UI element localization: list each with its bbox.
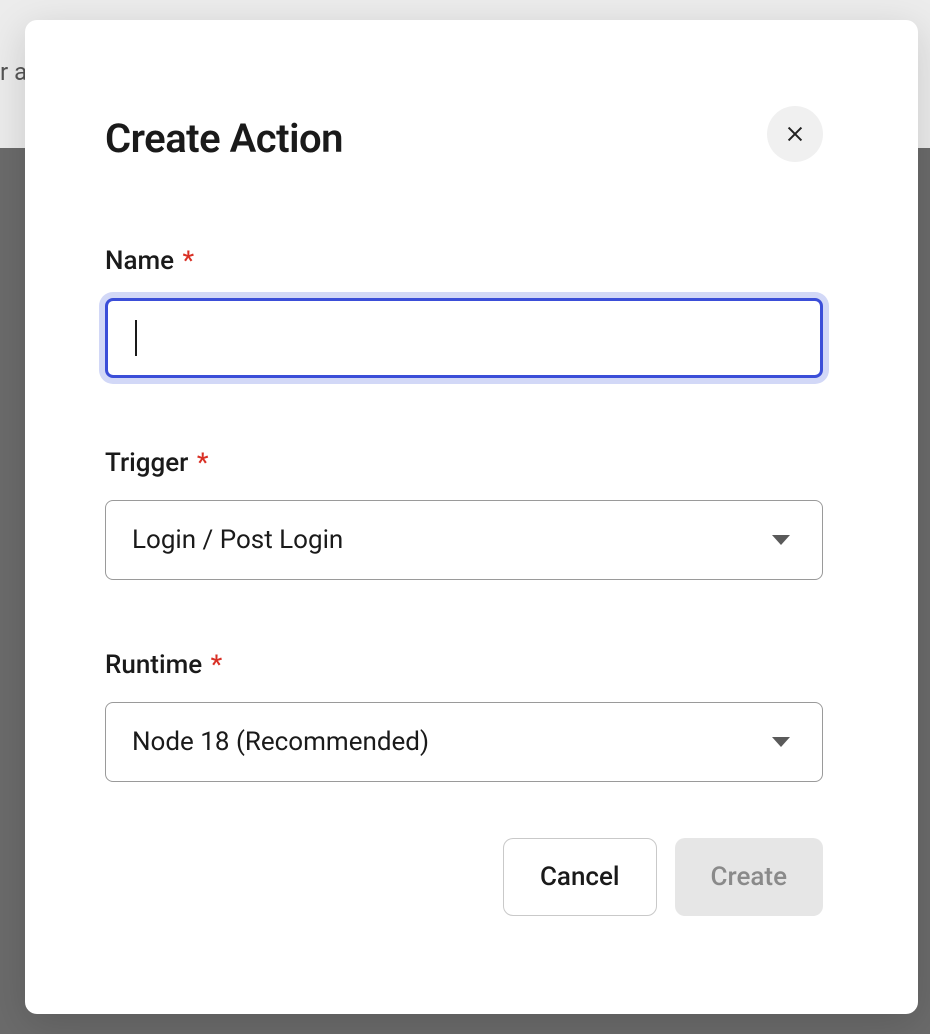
close-icon (784, 123, 806, 145)
required-asterisk: * (211, 650, 223, 680)
runtime-select-value: Node 18 (Recommended) (132, 727, 772, 757)
runtime-label: Runtime * (105, 650, 823, 680)
runtime-label-text: Runtime (105, 650, 202, 680)
name-label: Name * (105, 246, 823, 276)
text-caret (135, 320, 137, 356)
modal-title: Create Action (105, 115, 343, 162)
trigger-select-value: Login / Post Login (132, 525, 772, 555)
modal-footer: Cancel Create (105, 838, 823, 916)
trigger-field-group: Trigger * Login / Post Login (105, 448, 823, 580)
name-input[interactable] (105, 298, 823, 378)
name-field-group: Name * (105, 246, 823, 378)
name-label-text: Name (105, 246, 174, 276)
background-partial-text: r a (0, 58, 27, 86)
chevron-down-icon (772, 535, 790, 545)
trigger-label-text: Trigger (105, 448, 188, 478)
close-button[interactable] (767, 106, 823, 162)
trigger-select[interactable]: Login / Post Login (105, 500, 823, 580)
name-input-wrapper (105, 298, 823, 378)
create-action-modal: Create Action Name * Trigger * Login / P… (25, 20, 918, 1014)
required-asterisk: * (197, 448, 209, 478)
runtime-select[interactable]: Node 18 (Recommended) (105, 702, 823, 782)
cancel-button[interactable]: Cancel (503, 838, 657, 916)
modal-header: Create Action (105, 110, 823, 166)
chevron-down-icon (772, 737, 790, 747)
trigger-label: Trigger * (105, 448, 823, 478)
required-asterisk: * (183, 246, 195, 276)
runtime-field-group: Runtime * Node 18 (Recommended) (105, 650, 823, 782)
create-button[interactable]: Create (675, 838, 823, 916)
